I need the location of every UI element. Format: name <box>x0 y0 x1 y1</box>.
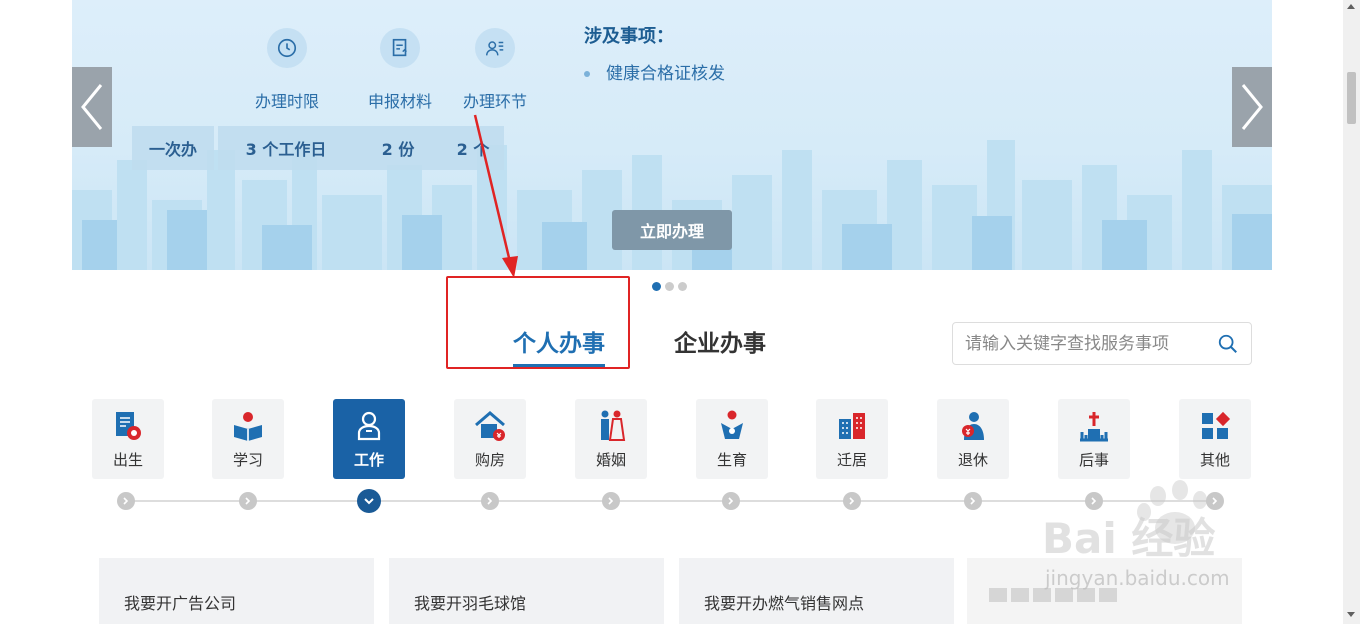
category-funeral[interactable]: 后事 <box>1058 399 1130 479</box>
study-icon <box>234 412 262 441</box>
timeline-node[interactable] <box>843 492 861 510</box>
other-icon <box>1202 411 1231 439</box>
carousel-dots <box>652 282 687 291</box>
scroll-thumb[interactable] <box>1347 72 1356 124</box>
chevron-left-icon <box>81 84 103 130</box>
work-icon <box>357 411 381 441</box>
timeline-node[interactable] <box>602 492 620 510</box>
stat-steps: 办理环节 <box>450 28 540 112</box>
chevron-right-icon <box>728 497 734 505</box>
annotation-highlight-box <box>446 276 630 369</box>
service-banner: 办理时限 申报材料 办理环节 一次办 3 个工作日 2 份 2 个 涉及事项： … <box>72 0 1272 270</box>
chevron-right-icon <box>123 497 129 505</box>
category-work[interactable]: 工作 <box>333 399 405 479</box>
chevron-right-icon <box>1212 497 1218 505</box>
category-childbirth[interactable]: 生育 <box>696 399 768 479</box>
category-house-purchase[interactable]: 购房 <box>454 399 526 479</box>
category-label: 婚姻 <box>595 451 626 469</box>
service-search-input[interactable] <box>965 333 1217 354</box>
category-label: 学习 <box>232 451 263 469</box>
involve-item-link[interactable]: 健康合格证核发 <box>584 59 725 84</box>
chevron-right-icon <box>608 497 614 505</box>
search-icon[interactable] <box>1217 333 1239 355</box>
chevron-down-icon <box>364 498 374 505</box>
document-upload-icon <box>380 28 420 68</box>
category-label: 退休 <box>957 451 988 469</box>
chevron-right-icon <box>1241 84 1263 130</box>
timeline-node[interactable] <box>964 492 982 510</box>
service-card[interactable]: 我要开羽毛球馆 <box>389 558 664 624</box>
childbirth-icon <box>721 410 743 439</box>
category-label: 工作 <box>353 451 384 469</box>
chevron-right-icon <box>970 497 976 505</box>
stat-values-bar: 一次办 3 个工作日 2 份 2 个 <box>132 126 504 170</box>
category-retirement[interactable]: 退休 <box>937 399 1009 479</box>
category-label: 其他 <box>1199 451 1230 469</box>
carousel-next-button[interactable] <box>1232 67 1272 147</box>
scroll-down-arrow-icon[interactable] <box>1347 612 1355 617</box>
service-card[interactable]: 我要开广告公司 <box>99 558 374 624</box>
involve-title: 涉及事项： <box>584 26 674 47</box>
category-label: 迁居 <box>836 451 867 469</box>
timeline-node[interactable] <box>481 492 499 510</box>
category-relocation[interactable]: 迁居 <box>816 399 888 479</box>
service-card[interactable]: 我要开办燃气销售网点 <box>679 558 954 624</box>
page-scrollbar[interactable] <box>1343 0 1360 624</box>
service-card-label: 我要开羽毛球馆 <box>414 594 527 613</box>
stat-value-days: 3 个工作日 <box>218 126 354 170</box>
category-study[interactable]: 学习 <box>212 399 284 479</box>
carousel-dot[interactable] <box>678 282 687 291</box>
stat-label: 办理时限 <box>254 92 319 111</box>
timeline-node[interactable] <box>239 492 257 510</box>
marriage-icon <box>601 410 626 441</box>
chevron-right-icon <box>1091 497 1097 505</box>
chevron-right-icon <box>245 497 251 505</box>
service-card-label: 我要开广告公司 <box>124 594 237 613</box>
service-search-box <box>952 322 1252 365</box>
category-label: 生育 <box>716 451 747 469</box>
carousel-dot[interactable] <box>665 282 674 291</box>
stat-value-materials: 2 份 <box>354 126 442 170</box>
clock-icon <box>267 28 307 68</box>
blurred-text <box>989 588 1117 602</box>
category-birth[interactable]: 出生 <box>92 399 164 479</box>
stat-label: 办理环节 <box>462 92 527 111</box>
stat-value-steps: 2 个 <box>442 126 504 170</box>
tab-business-affairs[interactable]: 企业办事 <box>674 324 766 358</box>
category-other[interactable]: 其他 <box>1179 399 1251 479</box>
category-timeline <box>126 500 1216 502</box>
page: 办理时限 申报材料 办理环节 一次办 3 个工作日 2 份 2 个 涉及事项： … <box>0 0 1360 624</box>
category-marriage[interactable]: 婚姻 <box>575 399 647 479</box>
timeline-node[interactable] <box>722 492 740 510</box>
timeline-node-active[interactable] <box>357 489 381 513</box>
process-person-icon <box>475 28 515 68</box>
category-label: 出生 <box>112 451 143 469</box>
stat-time-limit: 办理时限 <box>242 28 332 112</box>
carousel-dot[interactable] <box>652 282 661 291</box>
category-label: 购房 <box>474 451 505 469</box>
stat-label: 申报材料 <box>367 92 432 111</box>
house-purchase-icon <box>475 411 505 441</box>
carousel-prev-button[interactable] <box>72 67 112 147</box>
chevron-right-icon <box>487 497 493 505</box>
chevron-right-icon <box>849 497 855 505</box>
funeral-icon <box>1080 412 1108 442</box>
scroll-up-arrow-icon[interactable] <box>1347 4 1355 9</box>
apply-now-button[interactable]: 立即办理 <box>612 210 732 250</box>
stat-value-mode: 一次办 <box>132 126 214 170</box>
category-label: 后事 <box>1078 451 1109 469</box>
stat-materials: 申报材料 <box>355 28 445 112</box>
retirement-icon <box>962 412 984 440</box>
timeline-node[interactable] <box>117 492 135 510</box>
service-card-label: 我要开办燃气销售网点 <box>704 594 865 613</box>
relocation-icon <box>839 413 865 439</box>
birth-certificate-icon <box>116 412 141 440</box>
watermark-text: Bai 经验 <box>1042 514 1216 563</box>
watermark-url: jingyan.baidu.com <box>1045 566 1230 590</box>
